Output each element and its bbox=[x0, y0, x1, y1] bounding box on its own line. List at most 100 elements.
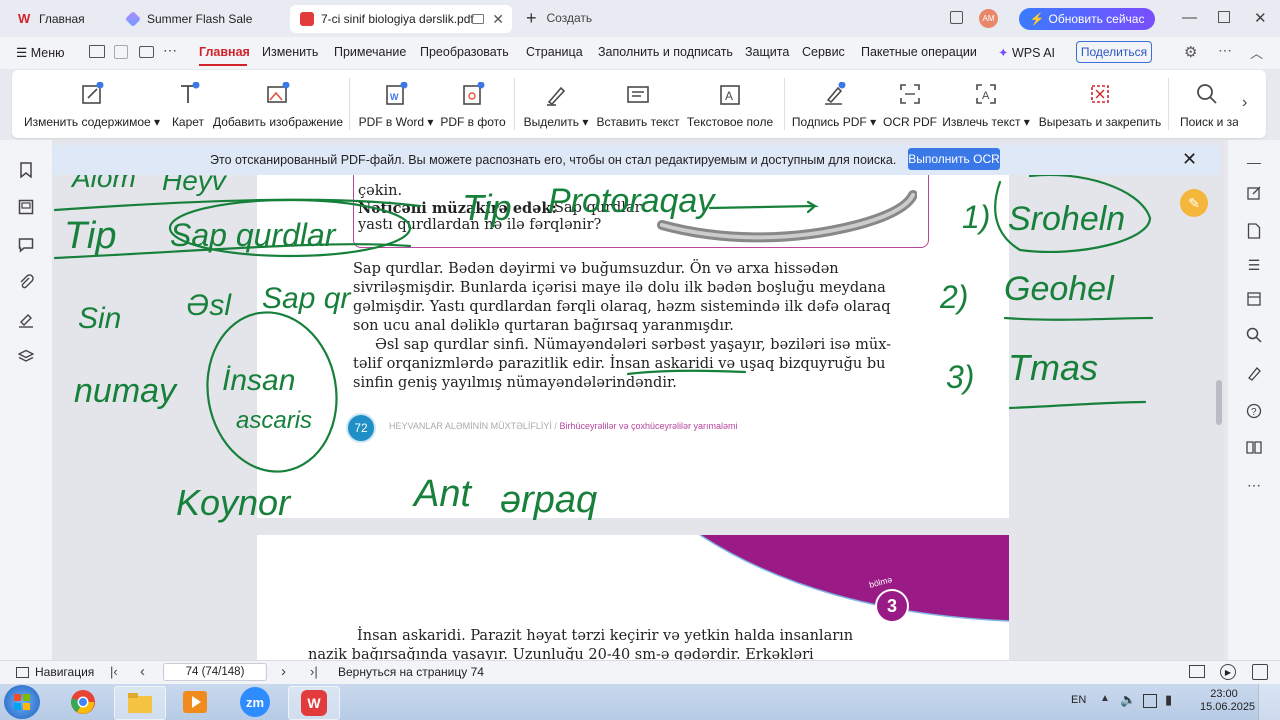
show-desktop-button[interactable] bbox=[1258, 684, 1280, 720]
document-properties-icon[interactable] bbox=[1245, 222, 1263, 240]
avatar-initials: AM bbox=[982, 14, 995, 23]
extract-text-icon: A bbox=[973, 82, 999, 106]
play-icon[interactable]: ▶ bbox=[1220, 664, 1236, 680]
menu-tools[interactable]: Сервис bbox=[802, 45, 845, 59]
chrome-icon[interactable] bbox=[58, 686, 108, 718]
update-now-button[interactable]: ⚡ Обновить сейчас bbox=[1019, 8, 1155, 30]
navigation-toggle[interactable]: Навигация bbox=[16, 665, 94, 679]
page-organize-icon[interactable] bbox=[1245, 290, 1263, 308]
tab-label: 7-ci sinif biologiya dərslik.pdf bbox=[321, 12, 474, 26]
start-button[interactable] bbox=[4, 685, 40, 719]
avatar[interactable]: AM bbox=[979, 9, 998, 28]
menu-batch[interactable]: Пакетные операции bbox=[861, 45, 977, 59]
pdf-signature-button[interactable]: Подпись PDF ▾ bbox=[792, 70, 876, 138]
settings-gear-icon[interactable]: ⚙ bbox=[1184, 43, 1197, 61]
first-page-icon[interactable]: |‹ bbox=[110, 664, 118, 679]
collapse-ribbon-icon[interactable]: ︿ bbox=[1250, 43, 1263, 62]
paragraph-line: nazik bağırsağında yaşayır. Uzunluğu 20-… bbox=[308, 647, 814, 660]
return-to-page-link[interactable]: Вернуться на страницу 74 bbox=[338, 665, 484, 679]
page-number-input[interactable]: 74 (74/148) bbox=[163, 663, 267, 681]
signal-icon[interactable]: ▮ bbox=[1165, 692, 1172, 708]
previous-page-icon[interactable]: ‹ bbox=[140, 663, 145, 680]
new-tab-button[interactable]: + Создать bbox=[526, 9, 592, 27]
extract-text-button[interactable]: A Извлечь текст ▾ bbox=[942, 70, 1030, 138]
floating-pencil-icon[interactable]: ✎ bbox=[1180, 189, 1208, 217]
fit-page-icon[interactable] bbox=[1252, 664, 1268, 680]
monitor-icon[interactable] bbox=[472, 14, 484, 24]
language-indicator[interactable]: EN bbox=[1071, 694, 1086, 706]
bookmark-icon[interactable] bbox=[17, 161, 35, 179]
comment-icon[interactable] bbox=[17, 236, 35, 254]
volume-icon[interactable]: 🔈 bbox=[1120, 692, 1136, 708]
close-icon[interactable]: ✕ bbox=[1182, 149, 1197, 170]
run-ocr-button[interactable]: Выполнить OCR bbox=[908, 148, 1000, 170]
footer-section: Birhüceyrəlilər və çoxhüceyrəlilər yarım… bbox=[559, 421, 738, 431]
help-icon[interactable]: ? bbox=[1245, 402, 1263, 420]
more-options-icon[interactable]: ⋯ bbox=[1218, 42, 1232, 59]
pen-tool-icon[interactable] bbox=[1245, 364, 1263, 382]
edit-content-button[interactable]: Изменить содержимое ▾ bbox=[24, 70, 160, 138]
pdf-icon bbox=[300, 12, 314, 26]
signature-stamp-icon[interactable] bbox=[17, 311, 35, 329]
tray-expand-icon[interactable]: ▲ bbox=[1100, 693, 1110, 704]
wps-ai-button[interactable]: ✦ WPS AI bbox=[998, 45, 1055, 60]
caret-button[interactable]: Карет bbox=[166, 70, 210, 138]
page-number-badge: 72 bbox=[346, 413, 376, 443]
tab-pdf-document[interactable]: 7-ci sinif biologiya dərslik.pdf ✕ bbox=[290, 5, 512, 33]
ocr-pdf-button[interactable]: OCR PDF bbox=[883, 70, 937, 138]
document-page-72: çəkin. Nəticəni müzakirə edək: Sap qurdl… bbox=[257, 165, 1009, 518]
menu-page[interactable]: Страница bbox=[526, 45, 583, 59]
text-box-button[interactable]: A Текстовое поле bbox=[686, 70, 774, 138]
collapse-panel-icon[interactable]: — bbox=[1245, 153, 1263, 171]
text-format-icon[interactable]: ☰ bbox=[1245, 256, 1263, 274]
file-explorer-icon[interactable] bbox=[114, 686, 166, 720]
window-switch-icon[interactable] bbox=[950, 11, 963, 24]
book-reader-icon[interactable] bbox=[1245, 438, 1263, 456]
menu-annotation[interactable]: Примечание bbox=[334, 45, 406, 59]
insert-text-button[interactable]: Вставить текст bbox=[596, 70, 680, 138]
add-image-button[interactable]: Добавить изображение bbox=[213, 70, 343, 138]
highlight-icon bbox=[543, 82, 569, 106]
pdf-to-word-button[interactable]: W PDF в Word ▾ bbox=[359, 70, 433, 138]
clock[interactable]: 23:00 15.06.2025 bbox=[1200, 688, 1255, 714]
cut-pin-button[interactable]: Вырезать и закрепить bbox=[1039, 70, 1161, 138]
wps-office-icon[interactable]: W bbox=[288, 686, 340, 720]
open-folder-icon[interactable] bbox=[89, 45, 105, 58]
menu-fill-sign[interactable]: Заполнить и подписать bbox=[598, 45, 733, 59]
attachment-icon[interactable] bbox=[17, 273, 35, 291]
pdf-to-photo-button[interactable]: PDF в фото bbox=[440, 70, 506, 138]
add-image-icon bbox=[265, 82, 291, 106]
menu-convert[interactable]: Преобразовать bbox=[420, 45, 509, 59]
menu-protect[interactable]: Защита bbox=[745, 45, 789, 59]
vertical-scrollbar[interactable] bbox=[1216, 380, 1222, 425]
tab-home[interactable]: W Главная bbox=[8, 5, 108, 33]
zoom-app-icon[interactable]: zm bbox=[230, 686, 280, 718]
pdf-to-photo-icon bbox=[460, 82, 486, 106]
search-replace-button[interactable]: Поиск и за bbox=[1176, 70, 1238, 138]
more-icon[interactable]: ⋯ bbox=[163, 42, 177, 59]
thumbnails-icon[interactable] bbox=[17, 198, 35, 216]
menu-edit[interactable]: Изменить bbox=[262, 45, 318, 59]
close-window-icon[interactable]: ✕ bbox=[1254, 9, 1267, 27]
tab-summer-sale[interactable]: Summer Flash Sale bbox=[116, 5, 284, 33]
menu-main[interactable]: Главная bbox=[199, 45, 250, 59]
highlight-button[interactable]: Выделить ▾ bbox=[524, 70, 588, 138]
zoom-search-icon[interactable] bbox=[1245, 326, 1263, 344]
more-tools-icon[interactable]: ⋯ bbox=[1245, 476, 1263, 494]
close-tab-icon[interactable]: ✕ bbox=[492, 11, 504, 28]
restore-icon[interactable] bbox=[1218, 11, 1230, 23]
minimize-icon[interactable]: — bbox=[1182, 9, 1197, 26]
ribbon-scroll-right-icon[interactable]: › bbox=[1242, 94, 1247, 112]
media-player-icon[interactable] bbox=[170, 686, 220, 718]
share-button[interactable]: Поделиться bbox=[1076, 41, 1152, 63]
print-icon[interactable] bbox=[139, 46, 154, 58]
menu-button[interactable]: ☰ Меню bbox=[16, 45, 65, 60]
network-icon[interactable] bbox=[1143, 694, 1157, 708]
save-icon[interactable] bbox=[114, 45, 128, 59]
last-page-icon[interactable]: ›| bbox=[310, 664, 318, 679]
layers-icon[interactable] bbox=[17, 348, 35, 366]
read-mode-icon[interactable] bbox=[1189, 665, 1205, 678]
caret-icon bbox=[175, 82, 201, 106]
next-page-icon[interactable]: › bbox=[281, 663, 286, 680]
edit-page-icon[interactable] bbox=[1245, 184, 1263, 202]
